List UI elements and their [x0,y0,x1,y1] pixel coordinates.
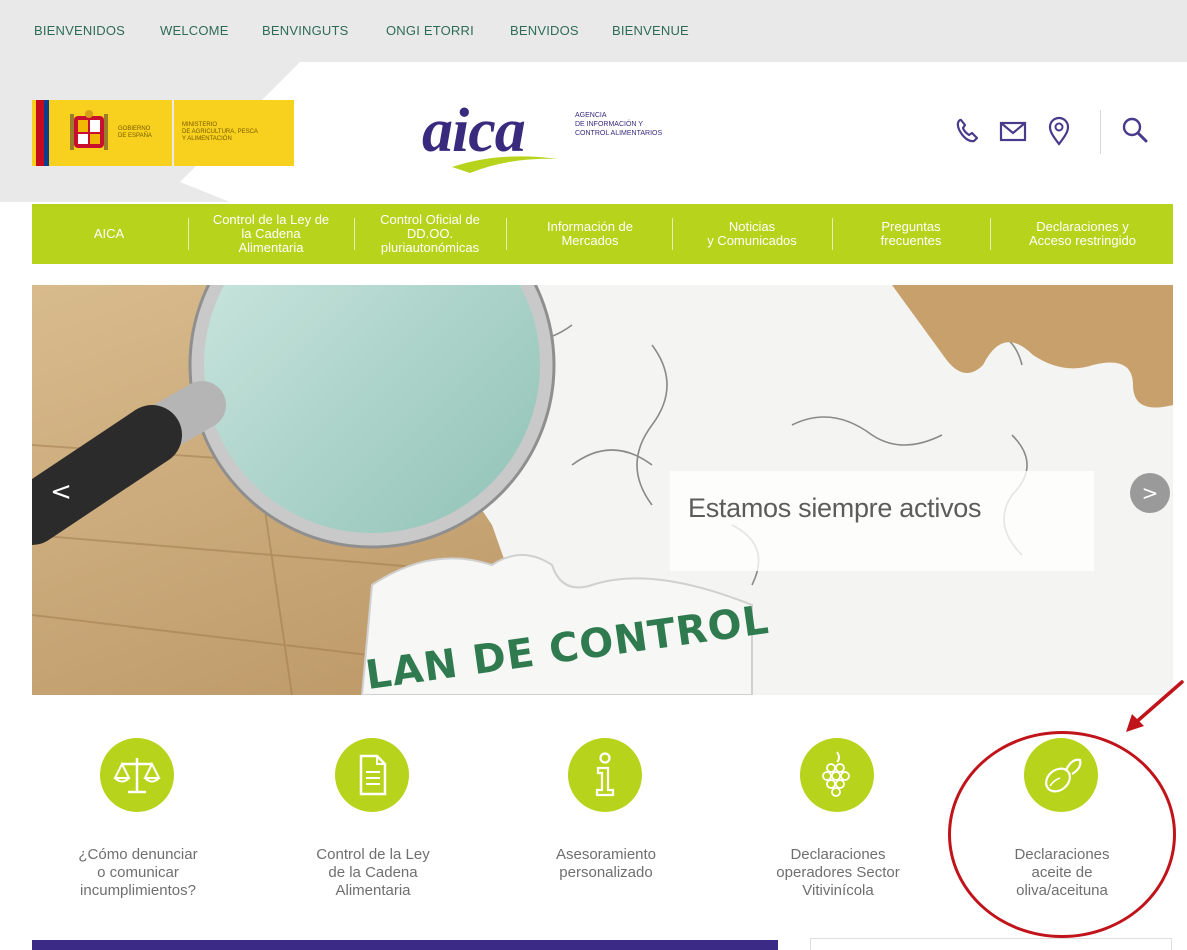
nav-label-control-oficial: Control Oficial de DD.OO. pluriautonómic… [380,212,480,255]
footer-box [810,938,1172,950]
gov-logo-text: GOBIERNO DE ESPAÑA [118,126,152,140]
quick-link-label: ¿Cómo denunciar o comunicar incumplimien… [38,846,238,900]
lang-link-bienvenue[interactable]: BIENVENUE [612,23,689,38]
nav-label-preguntas: Preguntas frecuentes [880,219,942,248]
nav-label-ley-cadena: Control de la Ley de la Cadena Alimentar… [212,212,330,255]
government-logo[interactable]: GOBIERNO DE ESPAÑA MINISTERIO DE AGRICUL… [32,100,294,166]
nav-label-mercados: Información de Mercados [547,219,633,248]
header-divider [1100,110,1101,154]
lang-link-benvinguts[interactable]: BENVINGUTS [262,23,349,38]
document-icon [359,754,387,796]
lang-link-ongi-etorri[interactable]: ONGI ETORRI [386,23,474,38]
nav-item-aica[interactable]: AICA [32,204,186,264]
main-nav: AICA Control de la Ley de la Cadena Alim… [32,204,1173,264]
eu-stripe [44,100,49,166]
lang-link-benvidos[interactable]: BENVIDOS [510,23,579,38]
quick-link-label: Control de la Ley de la Cadena Alimentar… [273,846,473,900]
quick-link-circle [568,738,642,812]
lang-link-bienvenidos[interactable]: BIENVENIDOS [34,23,125,38]
language-bar: BIENVENIDOS WELCOME BENVINGUTS ONGI ETOR… [0,0,1187,62]
annotation-arrow-icon [1126,680,1184,732]
quick-link-denunciar[interactable]: ¿Cómo denunciar o comunicar incumplimien… [38,738,238,918]
aica-subtitle: AGENCIA DE INFORMACIÓN Y CONTROL ALIMENT… [575,111,662,138]
location-icon[interactable] [1042,114,1076,148]
phone-icon[interactable] [952,114,986,148]
ministry-text-value: MINISTERIO DE AGRICULTURA, PESCA Y ALIME… [182,122,258,142]
quick-link-circle [335,738,409,812]
nav-item-control-oficial[interactable]: Control Oficial de DD.OO. pluriautonómic… [356,204,504,264]
grapes-icon [822,751,850,797]
quick-link-asesoramiento[interactable]: Asesoramiento personalizado [506,738,706,918]
slide-caption-text: Estamos siempre activos [688,493,982,523]
quick-link-ley-cadena[interactable]: Control de la Ley de la Cadena Alimentar… [273,738,473,918]
nav-separator [832,218,833,250]
nav-item-ley-cadena[interactable]: Control de la Ley de la Cadena Alimentar… [190,204,352,264]
gov-text-left: GOBIERNO DE ESPAÑA [118,126,152,139]
slider-prev-button[interactable]: < [44,475,78,509]
slide-caption: Estamos siempre activos [670,471,1094,571]
nav-label-aica: AICA [93,226,125,241]
page: BIENVENIDOS WELCOME BENVINGUTS ONGI ETOR… [0,0,1187,950]
info-icon [595,752,615,797]
search-icon[interactable] [1118,114,1152,148]
flag-stripe [36,100,44,166]
slider-next-button[interactable]: > [1130,473,1170,513]
quick-link-circle [100,738,174,812]
nav-label-noticias: Noticias y Comunicados [707,219,797,248]
quick-link-label-text: Declaraciones operadores Sector Vitiviní… [776,846,900,899]
nav-item-declaraciones[interactable]: Declaraciones y Acceso restringido [992,204,1173,264]
nav-item-noticias[interactable]: Noticias y Comunicados [674,204,830,264]
mail-icon[interactable] [996,114,1030,148]
quick-link-label-text: Asesoramiento personalizado [555,846,657,881]
nav-item-preguntas[interactable]: Preguntas frecuentes [834,204,988,264]
quick-link-circle [800,738,874,812]
logo-swoosh-icon [452,156,558,173]
gov-logo-left: GOBIERNO DE ESPAÑA [32,100,172,166]
nav-item-mercados[interactable]: Información de Mercados [508,204,672,264]
quick-link-vitivinicola[interactable]: Declaraciones operadores Sector Vitiviní… [738,738,938,918]
nav-separator [672,218,673,250]
quick-link-label: Asesoramiento personalizado [506,846,706,882]
quick-link-label-text: ¿Cómo denunciar o comunicar incumplimien… [78,846,198,899]
aica-logo[interactable]: aica AGENCIA DE INFORMACIÓN Y CONTROL AL… [420,95,690,175]
nav-label-declaraciones: Declaraciones y Acceso restringido [1029,219,1136,248]
scales-icon [113,758,161,794]
hero-slider[interactable]: LAN DE CONTROL Estamos siempre activos <… [32,285,1173,695]
nav-separator [990,218,991,250]
gov-logo-right: MINISTERIO DE AGRICULTURA, PESCA Y ALIME… [174,100,294,166]
quick-link-label-text: Control de la Ley de la Cadena Alimentar… [316,846,430,899]
nav-separator [354,218,355,250]
footer-bar [32,940,778,950]
aica-subtitle-text: AGENCIA DE INFORMACIÓN Y CONTROL ALIMENT… [575,112,663,137]
highlight-ellipse [948,731,1176,938]
nav-separator [188,218,189,250]
nav-separator [506,218,507,250]
lang-link-welcome[interactable]: WELCOME [160,23,229,38]
aica-wordmark: aica [422,97,526,165]
coat-of-arms-icon [70,110,108,150]
ministry-text: MINISTERIO DE AGRICULTURA, PESCA Y ALIME… [182,122,258,143]
quick-link-label: Declaraciones operadores Sector Vitiviní… [738,846,938,900]
